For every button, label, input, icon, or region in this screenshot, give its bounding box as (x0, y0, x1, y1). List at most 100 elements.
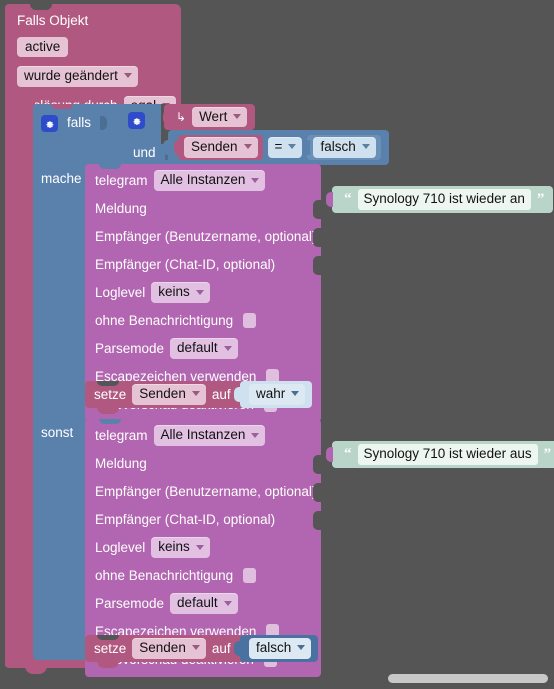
chevron-down-icon (123, 73, 132, 79)
trigger-object-row: active (17, 36, 176, 58)
telegram-loglevel-dropdown[interactable]: keins (151, 282, 210, 303)
boolean-block-wahr[interactable]: wahr (234, 381, 313, 408)
chevron-down-icon (288, 144, 297, 150)
telegram-recipient-user-socket[interactable] (313, 483, 322, 502)
and-label: und (133, 145, 156, 161)
telegram-loglevel-value: keins (158, 539, 190, 555)
chevron-down-icon (361, 144, 370, 150)
chevron-down-icon (223, 345, 232, 351)
chevron-down-icon (243, 144, 252, 150)
block-top-notch (97, 381, 119, 386)
telegram-parsemode-row: Parsemode default (95, 338, 321, 359)
boolean-block-falsch-selected[interactable]: falsch (234, 635, 319, 662)
block-bottom-notch (97, 407, 119, 414)
set-variable-block-do[interactable]: setze Senden auf (85, 381, 245, 414)
telegram-loglevel-row: Loglevel keins (95, 537, 321, 558)
if-value-socket[interactable] (100, 112, 108, 134)
telegram-recipient-chat-socket[interactable] (313, 256, 322, 275)
block-top-notch (97, 635, 119, 640)
block-top-notch (99, 419, 121, 424)
comparison-left-operand[interactable]: Senden (174, 135, 263, 160)
telegram-parsemode-row: Parsemode default (95, 593, 321, 614)
operand-plug (303, 140, 311, 155)
telegram-silent-checkbox[interactable] (243, 313, 257, 328)
trigger-title-row: Falls Objekt (17, 14, 176, 28)
telegram-loglevel-value: keins (158, 284, 190, 300)
operator-dropdown[interactable]: = (267, 137, 303, 158)
telegram-parsemode-value: default (177, 595, 218, 611)
trigger-object-id-field[interactable]: active (17, 36, 69, 58)
variable-senden-dropdown[interactable]: Senden (184, 137, 258, 158)
quote-close-icon: ” (536, 191, 545, 207)
gear-icon[interactable] (128, 112, 145, 129)
telegram-block-name: telegram (95, 427, 148, 443)
set-variable-block-else[interactable]: setze Senden auf (85, 635, 245, 668)
horizontal-scrollbar[interactable] (388, 674, 548, 683)
chevron-down-icon (251, 177, 260, 183)
telegram-recipient-user-label: Empfänger (Benutzername, optional) (95, 228, 317, 244)
else-label: sonst (41, 425, 74, 440)
wert-dropdown[interactable]: Wert (192, 106, 248, 128)
setze-variable-dropdown[interactable]: Senden (132, 384, 206, 405)
setze-variable-value: Senden (139, 386, 186, 402)
telegram-parsemode-dropdown[interactable]: default (170, 338, 238, 359)
telegram-recipient-user-socket[interactable] (313, 228, 322, 247)
blockly-workspace[interactable]: Falls Objekt active wurde geändert Auslö… (0, 0, 554, 689)
setze-verb-label: setze (94, 640, 127, 656)
block-top-notch (99, 164, 121, 169)
text-block-do[interactable]: “ Synology 710 ist wieder an ” (326, 186, 554, 213)
telegram-silent-row: ohne Benachrichtigung (95, 566, 321, 585)
telegram-silent-checkbox[interactable] (243, 568, 257, 583)
telegram-message-socket[interactable] (313, 455, 322, 474)
quote-open-icon: “ (344, 446, 352, 462)
boolean-falsch-value: falsch (320, 139, 356, 155)
trigger-title: Falls Objekt (17, 13, 89, 28)
do-label: mache (41, 171, 82, 186)
telegram-message-row: Meldung (95, 199, 322, 219)
setze-variable-dropdown[interactable]: Senden (132, 638, 206, 659)
telegram-recipient-chat-socket[interactable] (313, 511, 322, 530)
chevron-down-icon (251, 432, 260, 438)
setze-verb-label: setze (94, 386, 127, 402)
boolean-falsch-value: falsch (256, 640, 292, 656)
telegram-parsemode-value: default (177, 340, 218, 356)
setze-preposition-label: auf (211, 386, 231, 402)
telegram-silent-row: ohne Benachrichtigung (95, 311, 321, 330)
text-block-else[interactable]: “ Synology 710 ist wieder aus ” (326, 441, 554, 468)
telegram-loglevel-dropdown[interactable]: keins (151, 537, 210, 558)
boolean-falsch-dropdown[interactable]: falsch (313, 137, 376, 158)
operand-plug (174, 140, 181, 155)
telegram-instance-dropdown[interactable]: Alle Instanzen (153, 425, 266, 446)
value-block-wert[interactable]: ↳ Wert (163, 104, 256, 130)
text-do-value[interactable]: Synology 710 ist wieder an (357, 189, 531, 210)
chevron-down-icon (195, 544, 204, 550)
chevron-down-icon (195, 289, 204, 295)
telegram-instance-dropdown[interactable]: Alle Instanzen (153, 170, 266, 191)
telegram-message-row: Meldung (95, 454, 322, 474)
boolean-wahr-dropdown[interactable]: wahr (249, 384, 306, 405)
gear-icon[interactable] (41, 114, 58, 132)
telegram-instance-value: Alle Instanzen (160, 427, 246, 443)
setze-preposition-label: auf (211, 640, 231, 656)
return-arrow-icon: ↳ (176, 110, 187, 124)
text-else-value[interactable]: Synology 710 ist wieder aus (357, 444, 538, 465)
output-plug (326, 447, 333, 462)
telegram-message-socket[interactable] (313, 200, 322, 219)
comparison-block[interactable]: Senden = falsch (163, 130, 389, 165)
boolean-falsch-dropdown[interactable]: falsch (249, 638, 312, 659)
quote-close-icon: ” (543, 446, 552, 462)
trigger-change-type-dropdown[interactable]: wurde geändert (17, 66, 138, 87)
trigger-block-left-spine (5, 100, 35, 666)
setze-variable-value: Senden (139, 640, 186, 656)
telegram-recipient-chat-row: Empfänger (Chat-ID, optional) (95, 255, 322, 275)
block-top-notch (30, 4, 52, 10)
chevron-down-icon (223, 600, 232, 606)
comparison-right-operand[interactable]: falsch (303, 135, 381, 160)
telegram-parsemode-dropdown[interactable]: default (170, 593, 238, 614)
block-top-notch (51, 104, 73, 109)
telegram-message-label: Meldung (95, 455, 147, 471)
telegram-recipient-chat-row: Empfänger (Chat-ID, optional) (95, 510, 322, 530)
telegram-block-name: telegram (95, 172, 148, 188)
variable-senden-value: Senden (191, 139, 238, 155)
telegram-message-label: Meldung (95, 200, 147, 216)
